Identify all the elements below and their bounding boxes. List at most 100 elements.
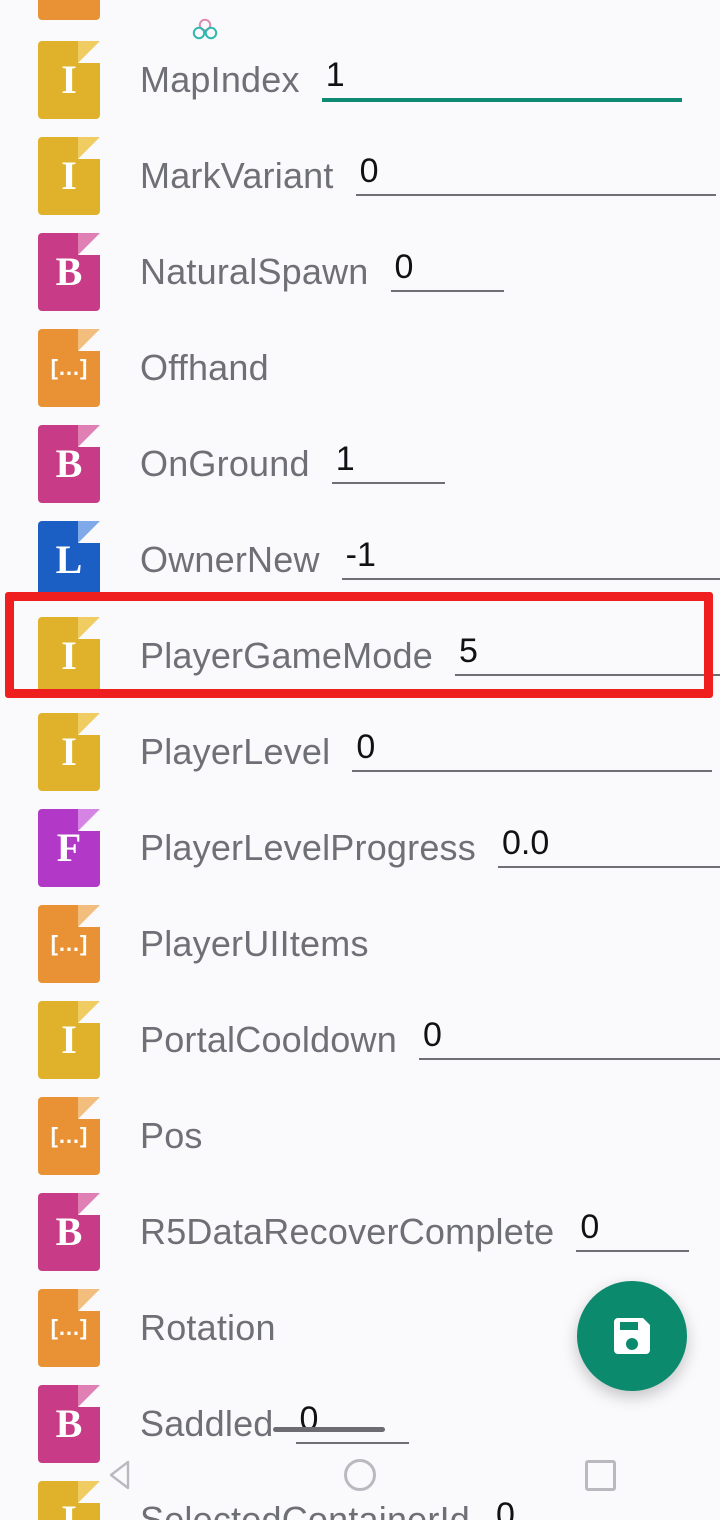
icon-fold-corner — [78, 329, 100, 351]
property-label: PlayerGameMode — [140, 635, 433, 676]
property-value-input[interactable]: 0 — [390, 246, 504, 302]
property-row[interactable]: B NaturalSpawn 0 — [0, 224, 720, 320]
save-fab-button[interactable] — [577, 1281, 687, 1391]
input-underline — [454, 674, 720, 676]
type-icon-int: I — [38, 713, 100, 791]
type-icon-glyph: I — [61, 1497, 77, 1520]
property-label: Rotation — [140, 1307, 276, 1348]
type-icon-bool: B — [38, 425, 100, 503]
property-label: R5DataRecoverComplete — [140, 1211, 555, 1252]
input-underline — [331, 482, 445, 484]
property-label: OwnerNew — [140, 539, 320, 580]
icon-fold-corner — [78, 905, 100, 927]
property-value-input[interactable]: 0 — [576, 1206, 690, 1262]
property-value-input[interactable]: -1 — [341, 534, 720, 590]
input-underline — [352, 770, 713, 772]
property-value-input[interactable]: 1 — [331, 438, 445, 494]
type-icon-glyph: B — [55, 249, 83, 294]
property-label: Offhand — [140, 347, 269, 388]
type-icon-int: I — [38, 41, 100, 119]
property-value-text: 0 — [580, 1208, 600, 1246]
property-row[interactable]: I PortalCooldown 0 — [0, 992, 720, 1088]
type-icon-glyph: […] — [50, 1315, 88, 1340]
property-value-input[interactable]: 1 — [321, 54, 682, 110]
input-underline — [341, 578, 720, 580]
type-icon-glyph: […] — [50, 1123, 88, 1148]
type-icon-glyph: F — [56, 825, 82, 870]
type-icon-glyph: L — [55, 537, 83, 582]
property-row[interactable]: I PlayerGameMode 5 — [0, 608, 720, 704]
input-underline — [418, 1058, 720, 1060]
type-icon-float: F — [38, 809, 100, 887]
property-row[interactable]: B OnGround 1 — [0, 416, 720, 512]
type-icon-glyph: I — [61, 153, 77, 198]
property-label: PortalCooldown — [140, 1019, 397, 1060]
property-label: Saddled — [140, 1403, 274, 1444]
property-value-input[interactable]: 0 — [492, 1494, 652, 1520]
type-icon-glyph: […] — [50, 355, 88, 380]
type-icon-int: I — [38, 617, 100, 695]
property-row[interactable]: I MapIndex 1 — [0, 32, 720, 128]
property-row[interactable]: I SelectedContainerId 0 — [0, 1472, 720, 1520]
input-underline — [576, 1250, 690, 1252]
property-row[interactable]: […] PlayerUIItems — [0, 896, 720, 992]
type-icon-list: […] — [38, 1097, 100, 1175]
property-value-input[interactable]: 0.0 — [497, 822, 720, 878]
property-label: OnGround — [140, 443, 310, 484]
partial-row-icon-above — [38, 0, 100, 20]
property-label: MarkVariant — [140, 155, 334, 196]
property-value-input[interactable]: 0 — [295, 1398, 409, 1454]
type-icon-int: I — [38, 1481, 100, 1520]
app-root: I MapIndex 1 I MarkVariant 0 B NaturalSpawn 0 […]… — [0, 0, 720, 1520]
type-icon-glyph: B — [55, 1401, 83, 1446]
property-label: PlayerLevelProgress — [140, 827, 476, 868]
input-underline — [295, 1442, 409, 1444]
type-icon-glyph: B — [55, 1209, 83, 1254]
property-label: NaturalSpawn — [140, 251, 369, 292]
property-label: PlayerUIItems — [140, 923, 369, 964]
type-icon-glyph: […] — [50, 931, 88, 956]
property-value-text: 0 — [394, 248, 414, 286]
property-value-input[interactable]: 0 — [355, 150, 716, 206]
property-value-text: 1 — [325, 56, 345, 94]
type-icon-list: […] — [38, 1289, 100, 1367]
input-underline — [355, 194, 716, 196]
type-icon-glyph: I — [61, 729, 77, 774]
type-icon-glyph: B — [55, 441, 83, 486]
property-row[interactable]: B Saddled 0 — [0, 1376, 720, 1472]
property-row[interactable]: B R5DataRecoverComplete 0 — [0, 1184, 720, 1280]
type-icon-list: […] — [38, 329, 100, 407]
property-value-text: -1 — [345, 536, 376, 574]
property-row[interactable]: I PlayerLevel 0 — [0, 704, 720, 800]
property-label: Pos — [140, 1115, 203, 1156]
type-icon-bool: B — [38, 1193, 100, 1271]
property-row[interactable]: I MarkVariant 0 — [0, 128, 720, 224]
property-row[interactable]: L OwnerNew -1 — [0, 512, 720, 608]
icon-fold-corner — [78, 1289, 100, 1311]
property-value-text: 0 — [356, 728, 376, 766]
property-value-input[interactable]: 0 — [418, 1014, 720, 1070]
type-icon-int: I — [38, 1001, 100, 1079]
save-floppy-icon — [614, 1318, 650, 1354]
property-label: MapIndex — [140, 59, 300, 100]
property-value-text: 0 — [299, 1400, 319, 1438]
type-icon-int: I — [38, 137, 100, 215]
property-row[interactable]: […] Pos — [0, 1088, 720, 1184]
property-value-text: 0 — [496, 1496, 515, 1520]
property-value-input[interactable]: 0 — [352, 726, 713, 782]
type-icon-bool: B — [38, 1385, 100, 1463]
property-row[interactable]: […] Offhand — [0, 320, 720, 416]
property-value-text: 5 — [458, 632, 478, 670]
property-value-text: 0.0 — [501, 824, 550, 862]
property-value-input[interactable]: 5 — [454, 630, 720, 686]
type-icon-glyph: I — [61, 633, 77, 678]
type-icon-list: […] — [38, 905, 100, 983]
type-icon-bool: B — [38, 233, 100, 311]
input-underline — [390, 290, 504, 292]
input-underline — [321, 98, 682, 102]
icon-fold-corner — [78, 1097, 100, 1119]
property-label: PlayerLevel — [140, 731, 331, 772]
input-underline — [497, 866, 720, 868]
property-row[interactable]: F PlayerLevelProgress 0.0 — [0, 800, 720, 896]
property-value-text: 0 — [359, 152, 379, 190]
